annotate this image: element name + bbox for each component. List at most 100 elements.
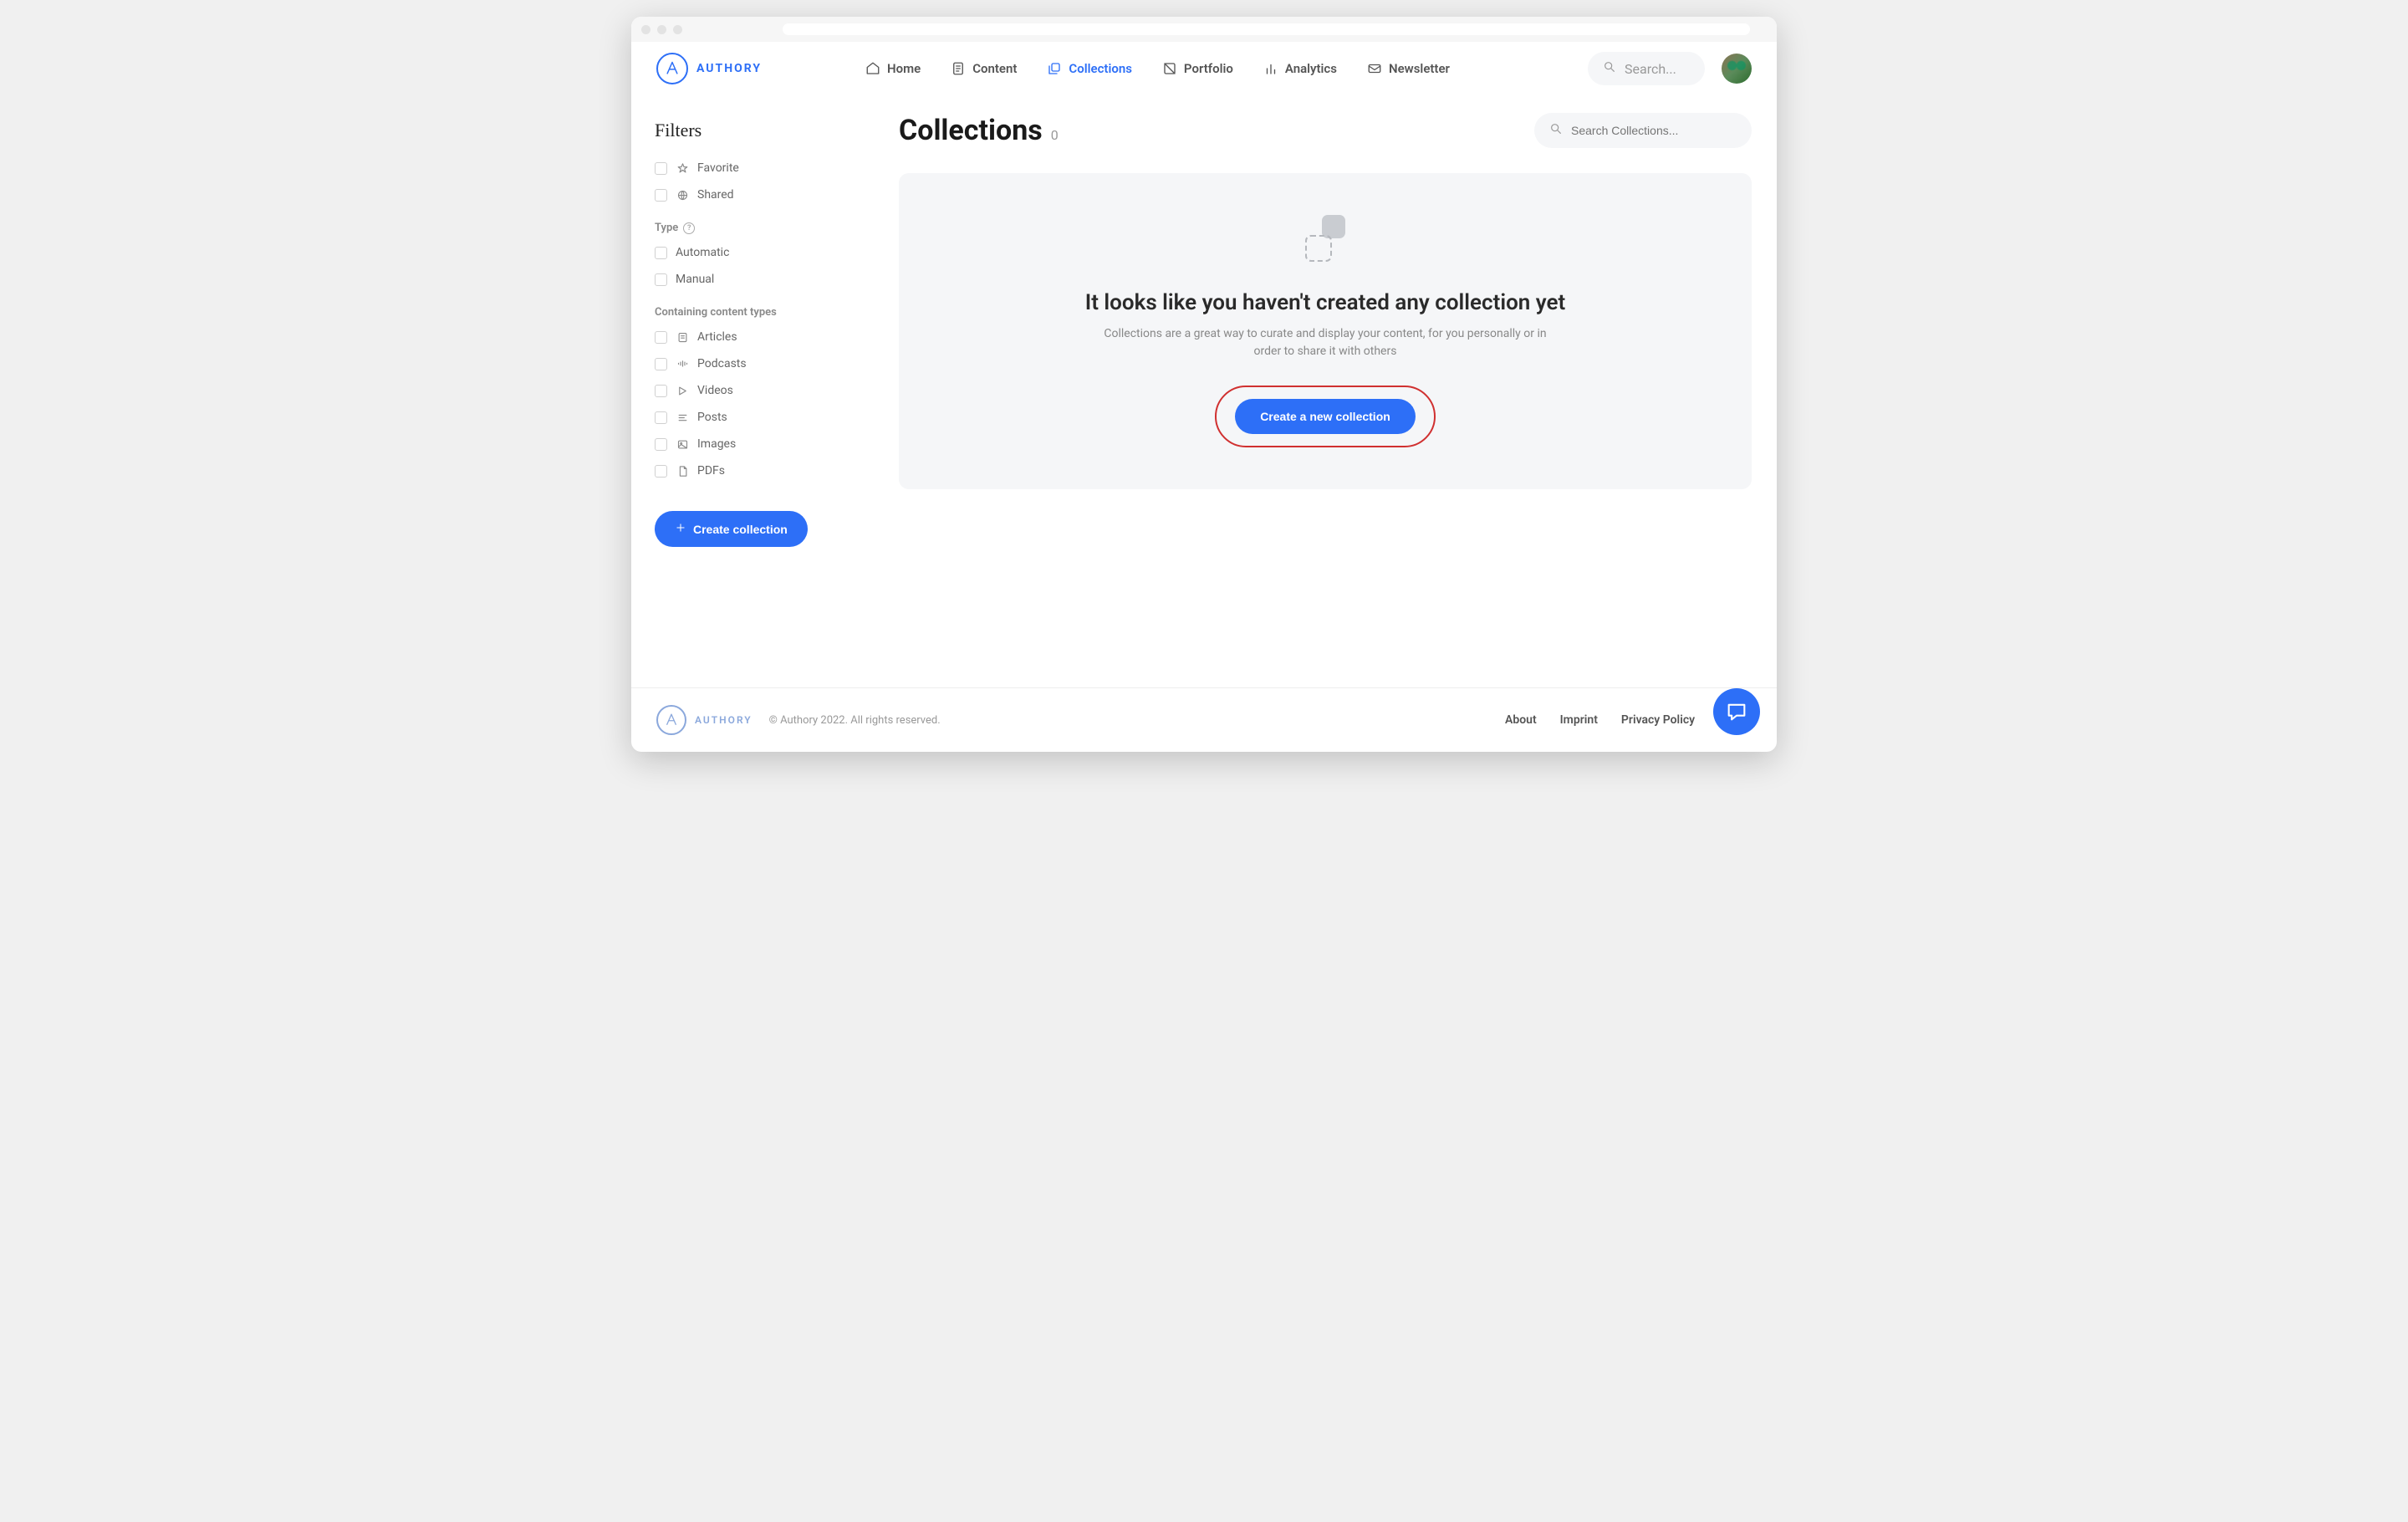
nav-collections[interactable]: Collections <box>1047 61 1132 76</box>
nav-analytics[interactable]: Analytics <box>1263 61 1337 76</box>
main-nav: Home Content Collections Portfolio Analy… <box>865 61 1588 76</box>
nav-label: Collections <box>1069 61 1132 76</box>
user-avatar[interactable] <box>1722 54 1752 84</box>
nav-label: Home <box>887 61 921 76</box>
nav-label: Analytics <box>1285 61 1337 76</box>
top-header: AUTHORY Home Content Collections Portfol… <box>631 42 1777 96</box>
empty-subtitle: Collections are a great way to curate an… <box>1091 325 1559 360</box>
filter-videos[interactable]: Videos <box>655 384 850 397</box>
button-label: Create collection <box>693 523 788 536</box>
analytics-icon <box>1263 61 1278 76</box>
copyright: © Authory 2022. All rights reserved. <box>769 714 941 727</box>
nav-content[interactable]: Content <box>951 61 1017 76</box>
filter-label: Posts <box>697 411 727 424</box>
search-placeholder: Search... <box>1625 61 1676 77</box>
filter-posts[interactable]: Posts <box>655 411 850 424</box>
nav-label: Content <box>972 61 1017 76</box>
app-window: AUTHORY Home Content Collections Portfol… <box>631 17 1777 752</box>
footer-brand: AUTHORY <box>695 714 752 726</box>
mail-icon <box>1367 61 1382 76</box>
search-icon <box>1549 122 1563 139</box>
filter-label: Podcasts <box>697 357 747 370</box>
logo-icon <box>656 705 686 735</box>
nav-label: Portfolio <box>1184 61 1233 76</box>
empty-state: It looks like you haven't created any co… <box>899 173 1752 489</box>
checkbox[interactable] <box>655 358 667 370</box>
brand-name: AUTHORY <box>696 62 762 75</box>
filter-label: Manual <box>676 273 714 286</box>
document-icon <box>951 61 966 76</box>
filter-label: PDFs <box>697 464 725 478</box>
checkbox[interactable] <box>655 411 667 424</box>
type-section-label: Type ? <box>655 222 850 234</box>
portfolio-icon <box>1162 61 1177 76</box>
plus-icon <box>675 522 686 536</box>
create-collection-button[interactable]: Create collection <box>655 511 808 547</box>
filter-label: Images <box>697 437 736 451</box>
filter-manual[interactable]: Manual <box>655 273 850 286</box>
filter-pdfs[interactable]: PDFs <box>655 464 850 478</box>
filters-heading: Filters <box>655 120 850 141</box>
empty-title: It looks like you haven't created any co… <box>941 290 1710 315</box>
search-collections[interactable] <box>1534 113 1752 148</box>
footer-about[interactable]: About <box>1505 713 1537 727</box>
checkbox[interactable] <box>655 189 667 202</box>
pdf-icon <box>676 464 689 478</box>
checkbox[interactable] <box>655 273 667 286</box>
filter-label: Shared <box>697 188 734 202</box>
filter-images[interactable]: Images <box>655 437 850 451</box>
footer-imprint[interactable]: Imprint <box>1560 713 1598 727</box>
filter-label: Automatic <box>676 246 729 259</box>
checkbox[interactable] <box>655 438 667 451</box>
filter-automatic[interactable]: Automatic <box>655 246 850 259</box>
nav-home[interactable]: Home <box>865 61 921 76</box>
search-collections-input[interactable] <box>1571 124 1737 137</box>
footer-logo[interactable]: AUTHORY <box>656 705 752 735</box>
collections-icon <box>1047 61 1062 76</box>
filter-articles[interactable]: Articles <box>655 330 850 344</box>
chat-widget[interactable] <box>1713 688 1760 735</box>
article-icon <box>676 330 689 344</box>
create-new-collection-button[interactable]: Create a new collection <box>1235 399 1416 434</box>
checkbox[interactable] <box>655 331 667 344</box>
video-icon <box>676 384 689 397</box>
star-icon <box>676 161 689 175</box>
nav-portfolio[interactable]: Portfolio <box>1162 61 1233 76</box>
annotation-highlight: Create a new collection <box>1215 386 1436 447</box>
help-icon[interactable]: ? <box>683 222 695 234</box>
footer-privacy[interactable]: Privacy Policy <box>1621 713 1695 727</box>
checkbox[interactable] <box>655 465 667 478</box>
filter-favorite[interactable]: Favorite <box>655 161 850 175</box>
globe-icon <box>676 188 689 202</box>
traffic-lights[interactable] <box>641 25 682 34</box>
nav-newsletter[interactable]: Newsletter <box>1367 61 1450 76</box>
main-content: Collections 0 It looks like you haven't … <box>874 96 1777 570</box>
posts-icon <box>676 411 689 424</box>
podcast-icon <box>676 357 689 370</box>
page-title: Collections <box>899 114 1043 147</box>
filter-podcasts[interactable]: Podcasts <box>655 357 850 370</box>
filter-label: Articles <box>697 330 737 344</box>
checkbox[interactable] <box>655 247 667 259</box>
filters-sidebar: Filters Favorite Shared Type ? Automatic <box>631 96 874 570</box>
search-icon <box>1603 60 1616 77</box>
window-titlebar <box>631 17 1777 42</box>
filter-label: Videos <box>697 384 733 397</box>
empty-collections-icon <box>1300 215 1350 265</box>
home-icon <box>865 61 880 76</box>
brand-logo[interactable]: AUTHORY <box>656 53 865 84</box>
url-bar[interactable] <box>783 23 1750 35</box>
checkbox[interactable] <box>655 385 667 397</box>
collection-count: 0 <box>1051 127 1059 143</box>
button-label: Create a new collection <box>1260 410 1390 423</box>
image-icon <box>676 437 689 451</box>
filter-shared[interactable]: Shared <box>655 188 850 202</box>
filter-label: Favorite <box>697 161 739 175</box>
logo-icon <box>656 53 688 84</box>
content-types-label: Containing content types <box>655 306 850 319</box>
global-search[interactable]: Search... <box>1588 52 1705 85</box>
footer: AUTHORY © Authory 2022. All rights reser… <box>631 687 1777 752</box>
nav-label: Newsletter <box>1389 61 1450 76</box>
page-header: Collections 0 <box>899 113 1752 148</box>
checkbox[interactable] <box>655 162 667 175</box>
